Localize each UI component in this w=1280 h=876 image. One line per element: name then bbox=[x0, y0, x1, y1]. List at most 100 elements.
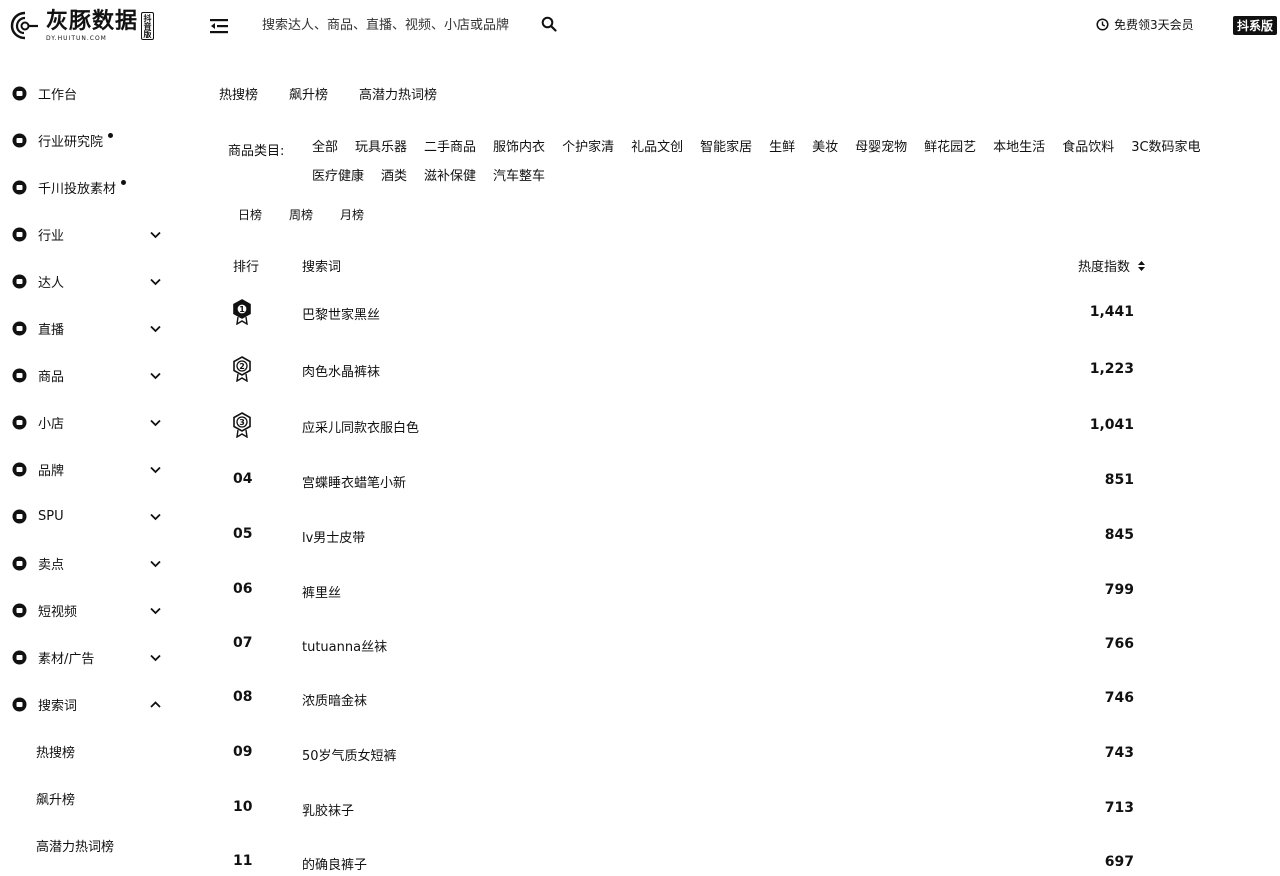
heat-index: 746 bbox=[1104, 690, 1134, 706]
search-term[interactable]: 肉色水晶裤袜 bbox=[302, 361, 380, 380]
search-term[interactable]: 宫蝶睡衣蜡笔小新 bbox=[302, 472, 406, 491]
table-row[interactable]: 07 tutuanna丝袜 766 bbox=[0, 631, 1280, 659]
free-trial-link[interactable]: 免费领3天会员 bbox=[1096, 16, 1194, 33]
category-option[interactable]: 智能家居 bbox=[700, 140, 752, 156]
category-option[interactable]: 本地生活 bbox=[993, 140, 1045, 156]
heat-index: 851 bbox=[1104, 472, 1134, 488]
sidebar-item-label: 千川投放素材 bbox=[38, 182, 117, 197]
category-option[interactable]: 二手商品 bbox=[424, 140, 476, 156]
search-term[interactable]: 应采儿同款衣服白色 bbox=[302, 417, 419, 436]
category-option[interactable]: 鲜花园艺 bbox=[924, 140, 976, 156]
menu-collapse-icon[interactable] bbox=[208, 15, 230, 37]
ad-icon bbox=[12, 180, 27, 195]
heat-index: 697 bbox=[1104, 854, 1134, 870]
heat-index: 1,223 bbox=[1089, 361, 1134, 377]
version-badge[interactable]: 抖系版 bbox=[1233, 16, 1278, 35]
search-term[interactable]: 巴黎世家黑丝 bbox=[302, 304, 380, 323]
period-option[interactable]: 周榜 bbox=[289, 206, 313, 223]
tab-item[interactable]: 高潜力热词榜 bbox=[359, 84, 437, 103]
category-option[interactable]: 母婴宠物 bbox=[855, 140, 907, 156]
rank-number: 07 bbox=[233, 635, 253, 651]
industry-icon bbox=[12, 227, 27, 242]
sidebar-item[interactable]: 行业研究院 bbox=[0, 117, 190, 164]
logo[interactable]: 灰豚数据 DY.HUITUN.COM 抖音版 bbox=[8, 6, 168, 46]
video-icon bbox=[12, 603, 27, 618]
category-option[interactable]: 食品饮料 bbox=[1062, 140, 1114, 156]
period-filter: 日榜 周榜 月榜 bbox=[238, 206, 391, 223]
sidebar-item[interactable]: 千川投放素材 bbox=[0, 164, 190, 211]
chevron-down-icon[interactable] bbox=[149, 275, 162, 288]
sidebar-item-label: 工作台 bbox=[38, 88, 78, 103]
rank-medal-icon: 2 bbox=[233, 356, 251, 382]
category-option[interactable]: 服饰内衣 bbox=[493, 140, 545, 156]
term-column-header: 搜索词 bbox=[302, 260, 342, 275]
table-row[interactable]: 3 应采儿同款衣服白色 1,041 bbox=[0, 412, 1280, 440]
ranking-tabs: 热搜榜 飙升榜 高潜力热词榜 bbox=[219, 84, 468, 103]
chevron-down-icon[interactable] bbox=[149, 228, 162, 241]
sidebar-item[interactable]: 工作台 bbox=[0, 70, 190, 117]
selling-point-icon bbox=[12, 556, 27, 571]
period-option[interactable]: 日榜 bbox=[238, 206, 262, 223]
category-option[interactable]: 3C数码家电 bbox=[1131, 140, 1200, 156]
heat-column-header[interactable]: 热度指数 bbox=[1078, 256, 1146, 275]
search-term[interactable]: 乳胶袜子 bbox=[302, 800, 354, 819]
heat-index: 1,041 bbox=[1089, 417, 1134, 433]
heat-column-label: 热度指数 bbox=[1078, 260, 1131, 275]
search-term[interactable]: 浓质暗金袜 bbox=[302, 690, 367, 709]
tab-item[interactable]: 热搜榜 bbox=[219, 84, 258, 103]
rank-number: 11 bbox=[233, 853, 253, 869]
table-row[interactable]: 05 lv男士皮带 845 bbox=[0, 522, 1280, 550]
search-term[interactable]: tutuanna丝袜 bbox=[302, 636, 387, 655]
table-row[interactable]: 04 宫蝶睡衣蜡笔小新 851 bbox=[0, 467, 1280, 495]
search-term[interactable]: 的确良裤子 bbox=[302, 854, 367, 873]
sort-icon[interactable] bbox=[1137, 260, 1146, 272]
influencer-icon bbox=[12, 274, 27, 289]
category-option[interactable]: 酒类 bbox=[381, 169, 407, 185]
search-term[interactable]: lv男士皮带 bbox=[302, 527, 365, 546]
table-row[interactable]: 09 50岁气质女短裤 743 bbox=[0, 740, 1280, 768]
research-icon bbox=[12, 133, 27, 148]
period-option[interactable]: 月榜 bbox=[340, 206, 364, 223]
chevron-down-icon[interactable] bbox=[149, 557, 162, 570]
category-option[interactable]: 玩具乐器 bbox=[355, 140, 407, 156]
sidebar-item-label: 行业研究院 bbox=[38, 135, 104, 150]
category-option[interactable]: 礼品文创 bbox=[631, 140, 683, 156]
search-term[interactable]: 裤里丝 bbox=[302, 582, 341, 601]
table-row[interactable]: 11 的确良裤子 697 bbox=[0, 849, 1280, 876]
chevron-down-icon[interactable] bbox=[149, 604, 162, 617]
search-input[interactable] bbox=[262, 14, 532, 36]
logo-badge: 抖音版 bbox=[141, 12, 155, 40]
table-row[interactable]: 1 巴黎世家黑丝 1,441 bbox=[0, 299, 1280, 327]
category-filter-label: 商品类目: bbox=[228, 144, 285, 159]
rank-number: 04 bbox=[233, 471, 253, 487]
table-row[interactable]: 2 肉色水晶裤袜 1,223 bbox=[0, 356, 1280, 384]
table-row[interactable]: 10 乳胶袜子 713 bbox=[0, 795, 1280, 823]
heat-index: 845 bbox=[1104, 527, 1134, 543]
logo-title: 灰豚数据 bbox=[46, 8, 139, 34]
category-option[interactable]: 个护家清 bbox=[562, 140, 614, 156]
heat-index: 743 bbox=[1104, 745, 1134, 761]
rank-number: 09 bbox=[233, 744, 253, 760]
rank-number: 08 bbox=[233, 689, 253, 705]
category-option[interactable]: 全部 bbox=[312, 140, 338, 156]
heat-index: 713 bbox=[1104, 800, 1134, 816]
sidebar-item-label: 卖点 bbox=[38, 558, 65, 573]
search-icon[interactable] bbox=[541, 16, 557, 32]
table-row[interactable]: 06 裤里丝 799 bbox=[0, 577, 1280, 605]
category-option[interactable]: 医疗健康 bbox=[312, 169, 364, 185]
sidebar-item-label: 行业 bbox=[38, 229, 65, 244]
logo-mark-icon bbox=[10, 11, 38, 40]
rank-medal-icon: 1 bbox=[233, 299, 251, 325]
category-option[interactable]: 生鲜 bbox=[769, 140, 795, 156]
category-option[interactable]: 美妆 bbox=[812, 140, 838, 156]
medal-rank-number: 2 bbox=[239, 362, 245, 371]
medal-rank-number: 3 bbox=[239, 418, 245, 427]
sidebar-item[interactable]: 行业 bbox=[0, 211, 190, 258]
top-header: 灰豚数据 DY.HUITUN.COM 抖音版 免费领3天会员 抖系版 bbox=[0, 0, 1280, 52]
search-term[interactable]: 50岁气质女短裤 bbox=[302, 745, 397, 764]
table-row[interactable]: 08 浓质暗金袜 746 bbox=[0, 685, 1280, 713]
category-option[interactable]: 汽车整车 bbox=[493, 169, 545, 185]
rank-column-header: 排行 bbox=[233, 260, 260, 275]
category-option[interactable]: 滋补保健 bbox=[424, 169, 476, 185]
tab-item[interactable]: 飙升榜 bbox=[289, 84, 328, 103]
